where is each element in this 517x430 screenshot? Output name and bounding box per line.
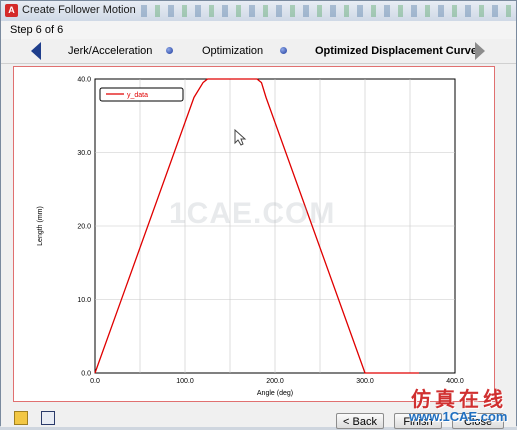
step-indicator-bar: Step 6 of 6 (1, 21, 516, 40)
y-tick-label: 0.0 (81, 371, 91, 378)
wizard-nav: Jerk/Acceleration Optimization Optimized… (1, 39, 516, 64)
y-tick-label: 30.0 (77, 150, 91, 157)
y-tick-labels: 0.0 10.0 20.0 30.0 40.0 (77, 77, 91, 378)
y-axis-label: Length (mm) (37, 206, 44, 246)
app-icon: A (5, 4, 18, 17)
x-tick-label: 100.0 (176, 378, 194, 385)
finish-button[interactable]: Finish (394, 413, 442, 429)
nav-separator-dot-icon (166, 47, 173, 54)
window-title: Create Follower Motion (22, 4, 136, 16)
x-tick-label: 400.0 (446, 378, 464, 385)
nav-step-optimized-displacement-curve[interactable]: Optimized Displacement Curve (315, 45, 477, 57)
title-bar: A Create Follower Motion (1, 1, 516, 22)
chart-panel: 0.0 100.0 200.0 300.0 400.0 0.0 10.0 20.0 30.0 4… (13, 66, 495, 402)
step-indicator: Step 6 of 6 (10, 24, 64, 36)
displacement-chart: 0.0 100.0 200.0 300.0 400.0 0.0 10.0 20.0 30.0 4… (37, 77, 464, 398)
legend: y_data (99, 87, 184, 102)
x-tick-labels: 0.0 100.0 200.0 300.0 400.0 (90, 378, 464, 385)
x-tick-label: 0.0 (90, 378, 100, 385)
dialog-window: A Create Follower Motion Step 6 of 6 Jer… (0, 0, 517, 429)
nav-step-jerk-acceleration[interactable]: Jerk/Acceleration (68, 45, 152, 57)
y-tick-label: 40.0 (77, 77, 91, 84)
legend-label: y_data (127, 92, 148, 99)
x-axis-label: Angle (deg) (257, 390, 293, 397)
x-tick-label: 200.0 (266, 378, 284, 385)
close-button[interactable]: Close (452, 413, 504, 429)
y-tick-label: 10.0 (77, 297, 91, 304)
save-icon[interactable] (41, 411, 55, 425)
left-arrow-icon[interactable] (31, 42, 41, 60)
y-tick-label: 20.0 (77, 224, 91, 231)
nav-step-optimization[interactable]: Optimization (202, 45, 263, 57)
background-toolbar-strip (141, 5, 511, 17)
back-button[interactable]: < Back (336, 413, 384, 429)
right-arrow-icon[interactable] (475, 42, 485, 60)
nav-separator-dot-icon (280, 47, 287, 54)
folder-icon[interactable] (14, 411, 28, 425)
x-tick-label: 300.0 (356, 378, 374, 385)
